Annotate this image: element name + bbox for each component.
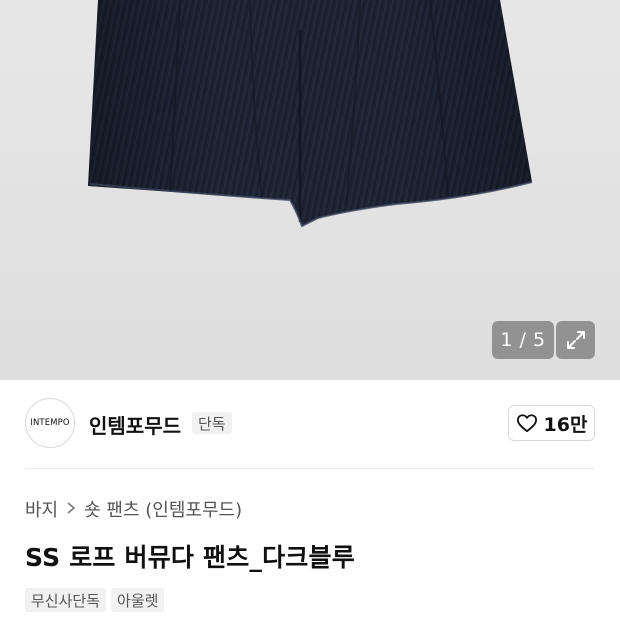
heart-icon [516, 414, 537, 433]
breadcrumb-category[interactable]: 바지 [25, 496, 58, 522]
image-counter: 1 / 5 [492, 321, 554, 359]
like-button[interactable]: 16만 [508, 405, 595, 441]
divider [25, 468, 595, 469]
brand-logo[interactable]: INTEMPO [25, 398, 75, 448]
product-title: SS 로프 버뮤다 팬츠_다크블루 [25, 543, 355, 572]
chevron-right-icon [66, 500, 76, 519]
expand-icon [566, 331, 585, 349]
breadcrumb-subcategory[interactable]: 숏 팬츠 (인템포무드) [84, 496, 242, 522]
product-image-gallery[interactable]: 1 / 5 [0, 0, 620, 380]
product-tags: 무신사단독 아울렛 [25, 588, 165, 612]
brand-name-link[interactable]: 인템포무드 [89, 410, 181, 439]
exclusive-badge: 단독 [192, 412, 232, 434]
like-count: 16만 [543, 413, 588, 436]
tag-exclusive[interactable]: 무신사단독 [25, 588, 107, 612]
tag-outlet[interactable]: 아울렛 [111, 588, 165, 612]
brand-row: INTEMPO 인템포무드 단독 16만 [25, 398, 595, 450]
expand-button[interactable] [556, 321, 595, 359]
breadcrumb: 바지 숏 팬츠 (인템포무드) [25, 496, 242, 522]
brand-logo-text: INTEMPO [30, 418, 70, 428]
